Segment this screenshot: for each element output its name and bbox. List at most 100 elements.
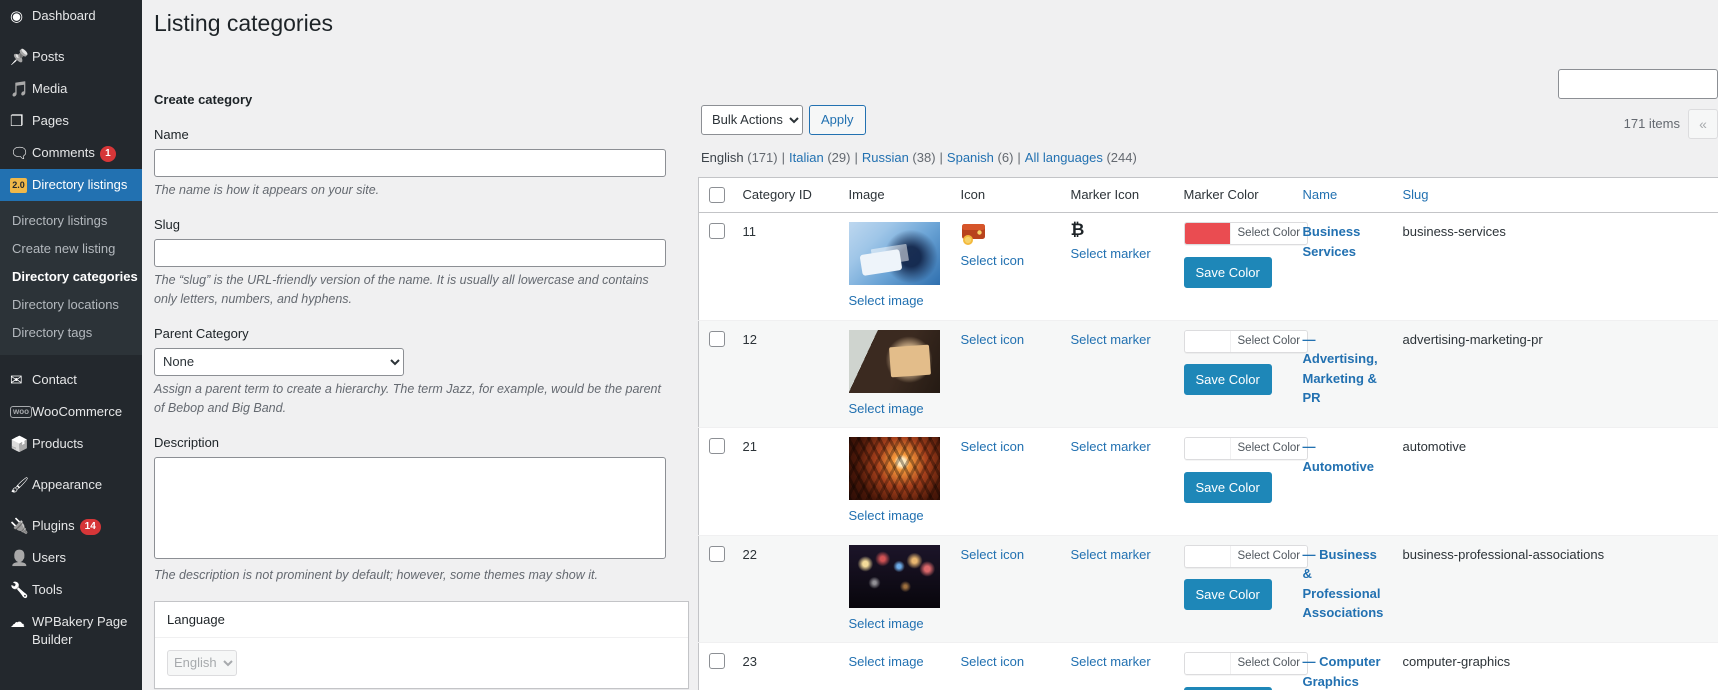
sidebar-item-dashboard[interactable]: ◉Dashboard — [0, 0, 142, 32]
select-image-link[interactable]: Select image — [849, 614, 941, 634]
submenu-item-directory-categories[interactable]: Directory categories — [0, 263, 142, 291]
color-picker[interactable]: Select Color — [1184, 652, 1309, 675]
select-marker-link[interactable]: Select marker — [1071, 545, 1151, 565]
row-checkbox[interactable] — [709, 223, 725, 239]
first-page-button[interactable]: « — [1688, 109, 1718, 139]
select-image-link[interactable]: Select image — [849, 654, 924, 669]
icon-cell-inner: Select icon — [961, 545, 1051, 565]
color-picker[interactable]: Select Color — [1184, 222, 1309, 245]
select-marker-link[interactable]: Select marker — [1071, 244, 1151, 264]
select-marker-link[interactable]: Select marker — [1071, 330, 1151, 350]
search-input[interactable] — [1558, 69, 1718, 99]
save-color-button[interactable]: Save Color — [1184, 579, 1272, 610]
sidebar-item-label: WooCommerce — [32, 403, 142, 421]
select-image-link[interactable]: Select image — [849, 399, 941, 419]
language-filter-label[interactable]: All languages — [1025, 150, 1107, 165]
category-name-link[interactable]: — Advertising, Marketing & PR — [1303, 332, 1378, 406]
language-filter-label[interactable]: Russian — [862, 150, 913, 165]
color-swatch[interactable] — [1185, 223, 1230, 244]
select-color-label[interactable]: Select Color — [1230, 438, 1308, 459]
sidebar-item-comments[interactable]: 🗨Comments1 — [0, 137, 142, 169]
row-checkbox[interactable] — [709, 546, 725, 562]
select-color-label[interactable]: Select Color — [1230, 331, 1308, 352]
sidebar-item-pages[interactable]: ❐Pages — [0, 105, 142, 137]
select-color-label[interactable]: Select Color — [1230, 653, 1308, 674]
select-color-label[interactable]: Select Color — [1230, 546, 1308, 567]
save-color-button[interactable]: Save Color — [1184, 257, 1272, 288]
select-image-link[interactable]: Select image — [849, 506, 941, 526]
category-name-link[interactable]: — Business & Professional Associations — [1303, 547, 1384, 621]
color-swatch[interactable] — [1185, 653, 1230, 674]
select-icon-link[interactable]: Select icon — [961, 652, 1025, 672]
sidebar-item-woocommerce[interactable]: wooWooCommerce — [0, 396, 142, 428]
language-filter-all-languages[interactable]: All languages (244) — [1025, 145, 1137, 171]
submenu-item-create-new-listing[interactable]: Create new listing — [0, 235, 142, 263]
language-select[interactable]: English — [167, 650, 237, 676]
category-name-link[interactable]: — Automotive — [1303, 439, 1375, 474]
language-filter-english[interactable]: English (171)| — [701, 145, 789, 171]
table-body: 11Select imageSelect icon₿Select markerS… — [699, 213, 1718, 690]
row-checkbox[interactable] — [709, 653, 725, 669]
sidebar-item-posts[interactable]: 📌Posts — [0, 41, 142, 73]
media-icon: 🎵 — [10, 80, 32, 98]
table-row: 23Select imageSelect iconSelect markerSe… — [699, 643, 1718, 690]
sidebar-item-plugins[interactable]: 🔌Plugins14 — [0, 510, 142, 542]
column-header-name[interactable]: Name — [1293, 177, 1393, 212]
column-header-slug[interactable]: Slug — [1393, 177, 1718, 212]
row-checkbox[interactable] — [709, 438, 725, 454]
save-color-button[interactable]: Save Color — [1184, 687, 1272, 690]
color-picker[interactable]: Select Color — [1184, 330, 1309, 353]
bulk-actions-select[interactable]: Bulk Actions — [701, 105, 803, 135]
row-checkbox[interactable] — [709, 331, 725, 347]
column-header-name-link[interactable]: Name — [1303, 187, 1338, 202]
language-filter-italian[interactable]: Italian (29)| — [789, 145, 862, 171]
icon-cell: Select icon — [951, 535, 1061, 643]
color-swatch[interactable] — [1185, 438, 1230, 459]
select-icon-link[interactable]: Select icon — [961, 330, 1025, 350]
select-all-checkbox[interactable] — [709, 187, 725, 203]
select-color-label[interactable]: Select Color — [1230, 223, 1308, 244]
sidebar-item-appearance[interactable]: 🖌Appearance — [0, 469, 142, 501]
sidebar-item-contact[interactable]: ✉Contact — [0, 364, 142, 396]
language-filter-russian[interactable]: Russian (38)| — [862, 145, 947, 171]
description-textarea[interactable] — [154, 457, 666, 559]
select-image-link[interactable]: Select image — [849, 291, 941, 311]
submenu-item-directory-listings[interactable]: Directory listings — [0, 207, 142, 235]
name-input[interactable] — [154, 149, 666, 177]
sidebar-item-label: Media — [32, 80, 142, 98]
select-icon-link[interactable]: Select icon — [961, 251, 1025, 271]
sidebar-item-wpbakery-page-builder[interactable]: ☁WPBakery Page Builder — [0, 606, 142, 656]
select-icon-link[interactable]: Select icon — [961, 437, 1025, 457]
select-icon-link[interactable]: Select icon — [961, 545, 1025, 565]
select-marker-link[interactable]: Select marker — [1071, 652, 1151, 672]
select-marker-link[interactable]: Select marker — [1071, 437, 1151, 457]
sidebar-item-users[interactable]: 👤Users — [0, 542, 142, 574]
language-filter-label[interactable]: Italian — [789, 150, 827, 165]
sidebar-item-directory-listings[interactable]: 2.0Directory listings — [0, 169, 142, 201]
submenu-item-directory-locations[interactable]: Directory locations — [0, 291, 142, 319]
color-picker[interactable]: Select Color — [1184, 437, 1309, 460]
icon-cell-inner: Select icon — [961, 652, 1051, 672]
marker-icon-cell: Select marker — [1061, 428, 1174, 536]
slug-input[interactable] — [154, 239, 666, 267]
submenu-item-directory-tags[interactable]: Directory tags — [0, 319, 142, 347]
sidebar-item-products[interactable]: 📦Products — [0, 428, 142, 460]
marker-icon-cell: Select marker — [1061, 320, 1174, 428]
save-color-button[interactable]: Save Color — [1184, 364, 1272, 395]
language-filter-label[interactable]: Spanish — [947, 150, 998, 165]
sidebar-item-tools[interactable]: 🔧Tools — [0, 574, 142, 606]
category-name-link[interactable]: — Computer Graphics — [1303, 654, 1381, 689]
language-filter-count: (38) — [912, 150, 935, 165]
parent-category-select[interactable]: None — [154, 348, 404, 376]
category-thumbnail — [849, 437, 940, 500]
sidebar-item-label: WPBakery Page Builder — [32, 613, 142, 649]
apply-button[interactable]: Apply — [809, 105, 866, 135]
sidebar-item-media[interactable]: 🎵Media — [0, 73, 142, 105]
color-swatch[interactable] — [1185, 546, 1230, 567]
column-header-slug-link[interactable]: Slug — [1403, 187, 1429, 202]
language-filter-spanish[interactable]: Spanish (6)| — [947, 145, 1025, 171]
category-name-link[interactable]: Business Services — [1303, 224, 1361, 259]
save-color-button[interactable]: Save Color — [1184, 472, 1272, 503]
color-picker[interactable]: Select Color — [1184, 545, 1309, 568]
color-swatch[interactable] — [1185, 331, 1230, 352]
